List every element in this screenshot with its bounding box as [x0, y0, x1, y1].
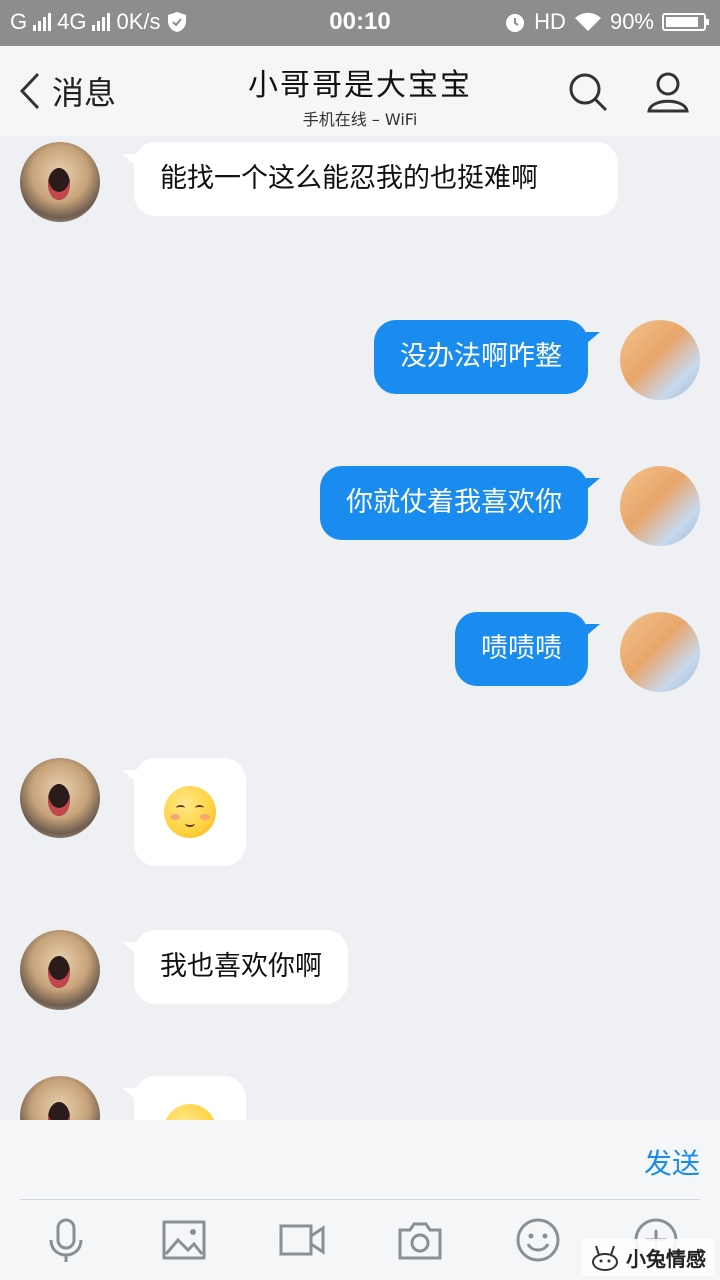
emoji-icon — [516, 1218, 560, 1262]
message-bubble-incoming[interactable]: 能找一个这么能忍我的也挺难啊 — [122, 142, 618, 216]
video-call-button[interactable] — [278, 1216, 326, 1264]
rabbit-logo-icon — [592, 1245, 618, 1271]
photo-button[interactable] — [160, 1216, 208, 1264]
message-bubble-incoming[interactable] — [122, 758, 246, 866]
profile-button[interactable] — [646, 70, 690, 114]
camera-button[interactable] — [396, 1216, 444, 1264]
watermark-text: 小兔情感 — [626, 1247, 706, 1271]
shy-smile-emoji-icon — [164, 786, 216, 838]
battery-fill — [666, 17, 698, 27]
contact-avatar[interactable] — [20, 142, 100, 222]
contact-name: 小哥哥是大宝宝 — [248, 68, 472, 103]
contact-avatar[interactable] — [20, 1076, 100, 1120]
chat-toolbar: 小兔情感 — [0, 1200, 720, 1280]
message-bubble-outgoing[interactable]: 你就仗着我喜欢你 — [320, 466, 600, 540]
alarm-icon — [506, 14, 525, 32]
watermark: 小兔情感 — [582, 1239, 714, 1276]
chat-header: 消息 小哥哥是大宝宝 手机在线 – WiFi — [0, 46, 720, 136]
camera-icon — [398, 1222, 442, 1260]
person-icon — [647, 72, 689, 113]
title-block: 小哥哥是大宝宝 手机在线 – WiFi — [0, 60, 720, 130]
contact-status: 手机在线 – WiFi — [302, 110, 418, 129]
message-bubble-incoming[interactable]: 我也喜欢你啊 — [122, 930, 348, 1004]
message-bubble-outgoing[interactable]: 啧啧啧 — [455, 612, 600, 686]
status-right: HD 90% — [504, 9, 709, 35]
status-bar: G 4G 0K/s 00:10 HD 90% — [0, 0, 720, 46]
emoji-button[interactable] — [514, 1216, 562, 1264]
my-avatar[interactable] — [620, 612, 700, 692]
contact-avatar[interactable] — [20, 758, 100, 838]
battery-percent: 90% — [609, 9, 654, 34]
search-button[interactable] — [566, 70, 610, 114]
contact-avatar[interactable] — [20, 930, 100, 1010]
message-input[interactable] — [20, 1134, 600, 1186]
wifi-icon — [574, 12, 601, 31]
message-list[interactable]: 能找一个这么能忍我的也挺难啊 没办法啊咋整 你就仗着我喜欢你 啧啧啧 我也喜欢你… — [0, 136, 720, 1120]
voice-button[interactable] — [42, 1216, 90, 1264]
message-bubble-outgoing[interactable]: 没办法啊咋整 — [374, 320, 600, 394]
shy-smile-emoji-icon — [164, 1104, 216, 1120]
search-icon — [569, 73, 608, 112]
battery-icon — [662, 13, 709, 31]
input-bar: 发送 — [0, 1120, 720, 1200]
video-icon — [279, 1224, 325, 1256]
microphone-icon — [49, 1218, 83, 1262]
hd-label: HD — [534, 9, 566, 34]
send-button[interactable]: 发送 — [644, 1142, 700, 1182]
my-avatar[interactable] — [620, 320, 700, 400]
my-avatar[interactable] — [620, 466, 700, 546]
message-bubble-incoming[interactable] — [122, 1076, 246, 1120]
image-icon — [162, 1220, 206, 1260]
